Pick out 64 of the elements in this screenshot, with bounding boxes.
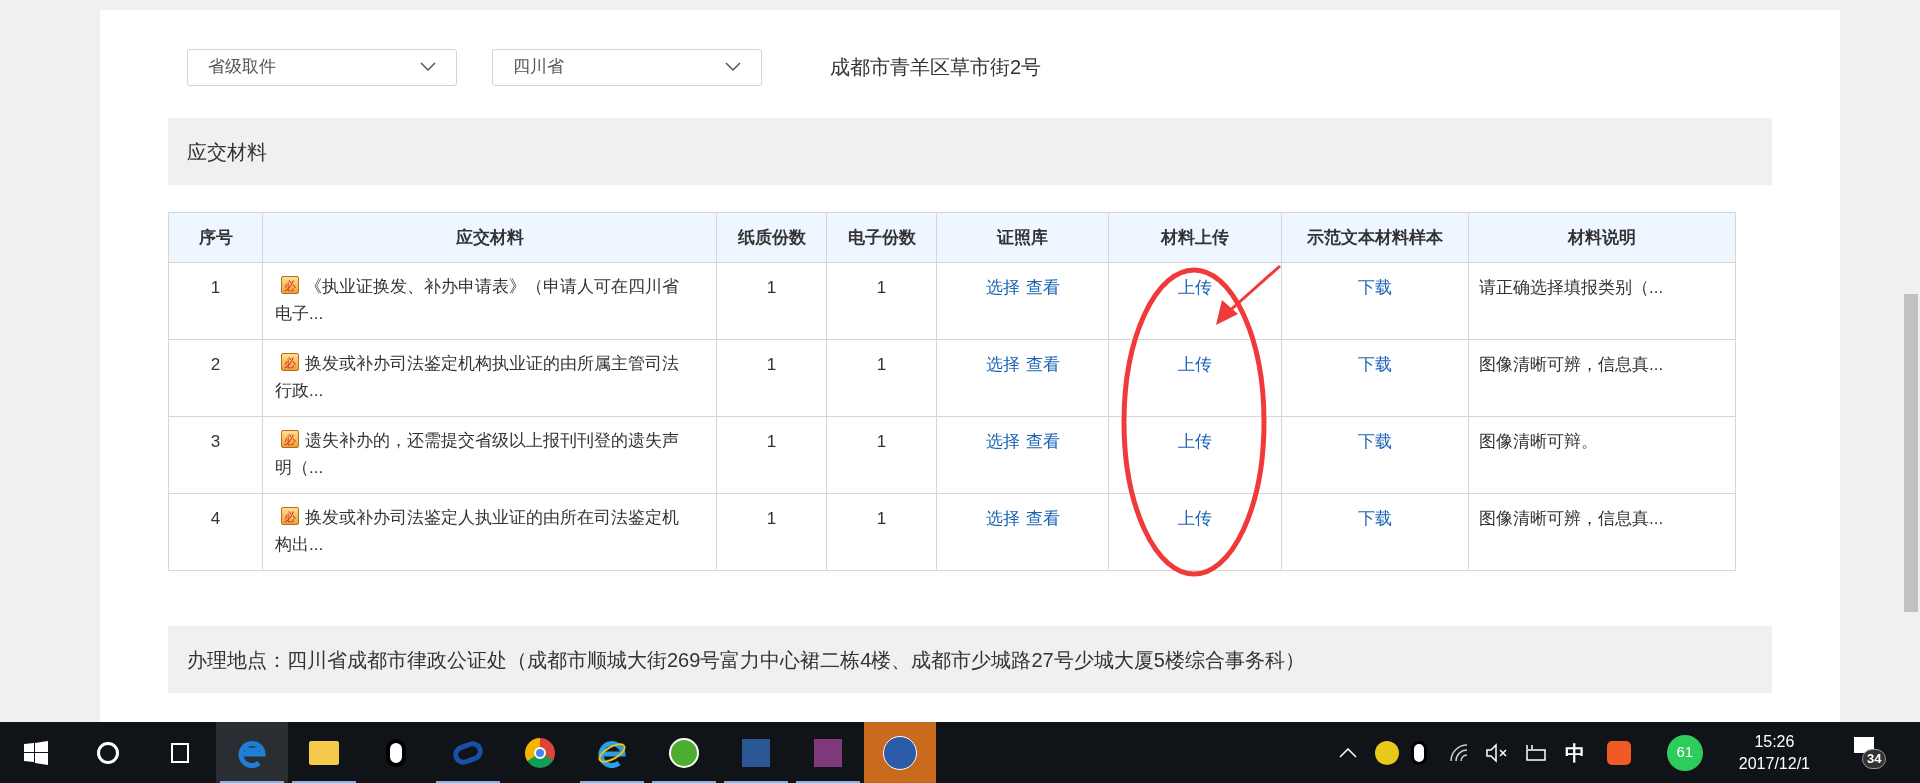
select-link[interactable]: 选择	[985, 509, 1020, 528]
table-cell: 1	[716, 416, 827, 494]
table-cell: 图像清晰可辩。	[1468, 416, 1736, 494]
column-header: 证照库	[936, 212, 1109, 263]
table-cell: 1	[168, 262, 263, 340]
table-cell: 2	[168, 339, 263, 417]
table-cell: 必 遗失补办的，还需提交省级以上报刊刊登的遗失声明（...	[262, 416, 717, 494]
section-title: 应交材料	[187, 139, 267, 165]
table-cell: 4	[168, 493, 263, 571]
select-link[interactable]: 选择	[985, 278, 1020, 297]
caret-up-icon[interactable]	[1338, 747, 1357, 758]
clock-time[interactable]: 15:26	[1754, 730, 1795, 753]
input-method-indicator[interactable]: 中	[1564, 737, 1585, 768]
table-cell: 1	[826, 262, 937, 340]
dropdown-select[interactable]: 省级取件	[187, 48, 457, 86]
view-link[interactable]: 查看	[1025, 509, 1060, 528]
column-header: 纸质份数	[716, 212, 827, 263]
table-cell: 1	[826, 493, 937, 571]
table-cell: 图像清晰可辨，信息真...	[1468, 493, 1736, 571]
required-badge: 必	[281, 507, 299, 525]
muted-speaker-icon[interactable]	[1484, 742, 1509, 763]
upload-link[interactable]: 上传	[1178, 278, 1212, 297]
column-header: 序号	[168, 212, 263, 263]
required-badge: 必	[281, 353, 299, 371]
chevron-down-icon	[725, 62, 741, 72]
select-link[interactable]: 选择	[985, 355, 1020, 374]
globe-app-icon[interactable]	[864, 722, 936, 783]
required-badge: 必	[281, 276, 299, 294]
column-header: 应交材料	[262, 212, 717, 263]
table-cell: 必 换发或补办司法鉴定机构执业证的由所属主管司法行政...	[262, 339, 717, 417]
table-cell: 1	[826, 339, 937, 417]
table-cell: 1	[716, 262, 827, 340]
upload-link[interactable]: 上传	[1178, 432, 1212, 451]
clock-date[interactable]: 2017/12/1	[1738, 752, 1810, 775]
table-cell: 必 换发或补办司法鉴定人执业证的由所在司法鉴定机构出...	[262, 493, 717, 571]
download-link[interactable]: 下载	[1358, 509, 1392, 528]
table-cell: 图像清晰可辨，信息真...	[1468, 339, 1736, 417]
view-link[interactable]: 查看	[1025, 432, 1060, 451]
column-header: 材料上传	[1108, 212, 1282, 263]
required-badge: 必	[281, 430, 299, 448]
notification-count: 34	[1862, 748, 1887, 769]
table-cell: 1	[826, 416, 937, 494]
download-link[interactable]: 下载	[1358, 355, 1392, 374]
column-header: 电子份数	[826, 212, 937, 263]
view-link[interactable]: 查看	[1025, 355, 1060, 374]
upload-link[interactable]: 上传	[1178, 355, 1212, 374]
browser-e-icon[interactable]	[216, 722, 288, 783]
dropdown-select[interactable]: 四川省	[492, 48, 762, 86]
download-link[interactable]: 下载	[1358, 432, 1392, 451]
upload-link[interactable]: 上传	[1178, 509, 1212, 528]
table-cell: 1	[716, 493, 827, 571]
column-header: 示范文本材料样本	[1281, 212, 1469, 263]
download-link[interactable]: 下载	[1358, 278, 1392, 297]
table-cell: 必 《执业证换发、补办申请表》（申请人可在四川省电子...	[262, 262, 717, 340]
column-header: 材料说明	[1468, 212, 1736, 263]
table-cell: 3	[168, 416, 263, 494]
chevron-down-icon	[420, 62, 436, 72]
select-link[interactable]: 选择	[985, 432, 1020, 451]
table-cell: 请正确选择填报类别（...	[1468, 262, 1736, 340]
annotation-arrow	[1216, 264, 1281, 325]
location-text: 办理地点：四川省成都市律政公证处（成都市顺城大街269号富力中心裙二栋4楼、成都市少城路27号少城大厦5楼综合事务科）	[187, 647, 1305, 673]
table-cell: 1	[716, 339, 827, 417]
view-link[interactable]: 查看	[1025, 278, 1060, 297]
address-text: 成都市青羊区草市街2号	[830, 55, 1042, 80]
